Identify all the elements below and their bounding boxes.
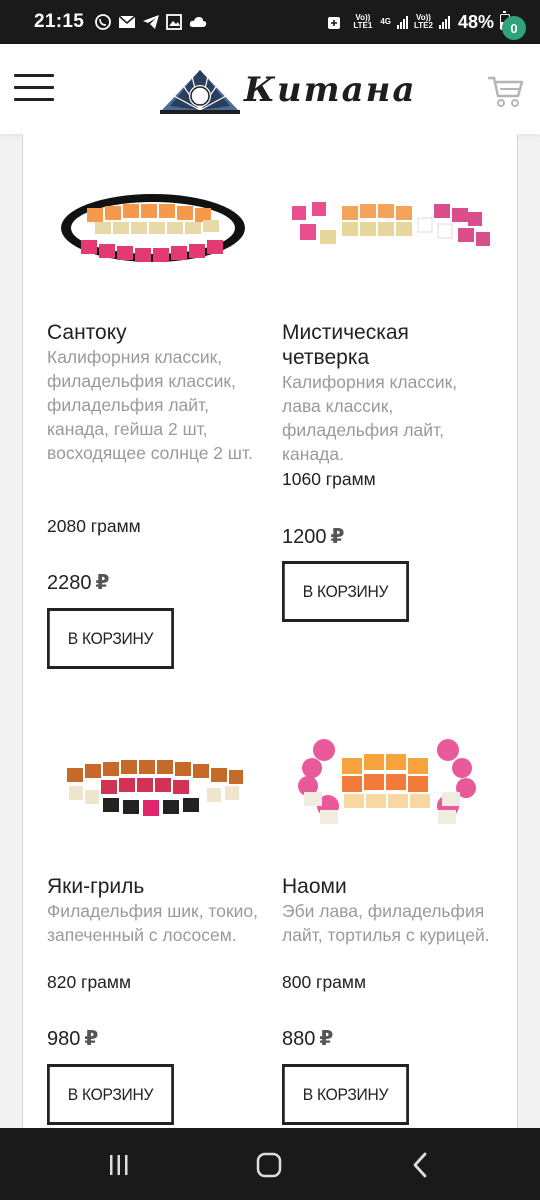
viber-icon <box>95 14 112 30</box>
logo-text: Китана <box>244 70 417 110</box>
sim1-label: Vo)) LTE1 <box>353 13 373 30</box>
product-name[interactable]: Наоми <box>282 874 347 899</box>
price-value: 980 <box>47 1028 81 1050</box>
product-weight: 820 грамм <box>47 972 131 992</box>
signal-2-icon <box>438 15 450 29</box>
currency-symbol: ₽ <box>330 526 345 548</box>
telegram-icon <box>143 15 160 29</box>
mail-icon <box>118 15 136 28</box>
site-header: Китана <box>0 44 540 134</box>
cloud-icon <box>189 17 207 27</box>
battery-percent: 48% <box>457 11 494 32</box>
image-icon <box>166 14 183 30</box>
product-description: Калифорния классик, лава классик, филаде… <box>282 372 458 464</box>
price-value: 2280 <box>47 572 92 594</box>
product-image[interactable] <box>47 148 267 288</box>
product-card: Сантоку Калифорния классик, филадельфия … <box>47 134 267 694</box>
data-saver-icon <box>328 17 341 29</box>
product-description: Калифорния классик, филадельфия классик,… <box>47 347 253 463</box>
fan-logo-icon <box>160 70 240 114</box>
product-grid: Сантоку Калифорния классик, филадельфия … <box>22 134 518 1128</box>
cart-icon[interactable] <box>486 70 526 110</box>
add-to-cart-button[interactable]: В КОРЗИНУ <box>282 561 409 622</box>
product-price: 2280 ₽ <box>47 570 109 595</box>
logo[interactable]: Китана <box>160 66 416 114</box>
currency-symbol: ₽ <box>319 1028 334 1050</box>
home-icon[interactable] <box>254 1150 284 1180</box>
product-weight: 800 грамм <box>282 972 366 992</box>
price-value: 1200 <box>282 526 327 548</box>
status-bar: 21:15 Vo)) LTE1 4G Vo)) LTE2 48% <box>0 0 540 44</box>
product-image[interactable] <box>282 148 502 288</box>
system-nav-bar <box>0 1128 540 1200</box>
currency-symbol: ₽ <box>95 572 110 594</box>
system-status: Vo)) LTE1 4G Vo)) LTE2 48% <box>327 11 510 33</box>
product-price: 1200 ₽ <box>282 524 344 549</box>
product-price: 880 ₽ <box>282 1026 333 1051</box>
product-description: Филадельфия шик, токио, запеченный с лос… <box>47 901 258 945</box>
product-weight: 1060 грамм <box>282 469 376 489</box>
product-name[interactable]: Яки-гриль <box>47 874 144 899</box>
add-to-cart-button[interactable]: В КОРЗИНУ <box>47 1064 174 1125</box>
product-card: Наоми Эби лава, филадельфия лайт, тортил… <box>282 700 502 1125</box>
add-to-cart-button[interactable]: В КОРЗИНУ <box>282 1064 409 1125</box>
product-name[interactable]: Мистическая четверка <box>282 320 482 370</box>
status-time: 21:15 <box>34 11 85 32</box>
sim2-label: Vo)) LTE2 <box>414 13 433 30</box>
menu-icon[interactable] <box>14 72 54 104</box>
cart-count-badge: 0 <box>502 16 526 40</box>
product-price: 980 ₽ <box>47 1026 98 1051</box>
price-value: 880 <box>282 1028 316 1050</box>
product-description: Эби лава, филадельфия лайт, тортилья с к… <box>282 901 490 945</box>
product-card: Яки-гриль Филадельфия шик, токио, запече… <box>47 700 267 1125</box>
currency-symbol: ₽ <box>84 1028 99 1050</box>
notification-icons <box>94 13 208 31</box>
product-image[interactable] <box>282 706 502 846</box>
signal-1-icon <box>397 15 408 29</box>
product-image[interactable] <box>47 706 267 846</box>
back-icon[interactable] <box>406 1150 436 1180</box>
product-name[interactable]: Сантоку <box>47 320 127 345</box>
product-card: Мистическая четверка Калифорния классик,… <box>282 134 502 694</box>
recent-apps-icon[interactable] <box>104 1150 134 1180</box>
product-weight: 2080 грамм <box>47 516 141 536</box>
network-gen: 4G <box>380 17 391 26</box>
add-to-cart-button[interactable]: В КОРЗИНУ <box>47 608 174 669</box>
